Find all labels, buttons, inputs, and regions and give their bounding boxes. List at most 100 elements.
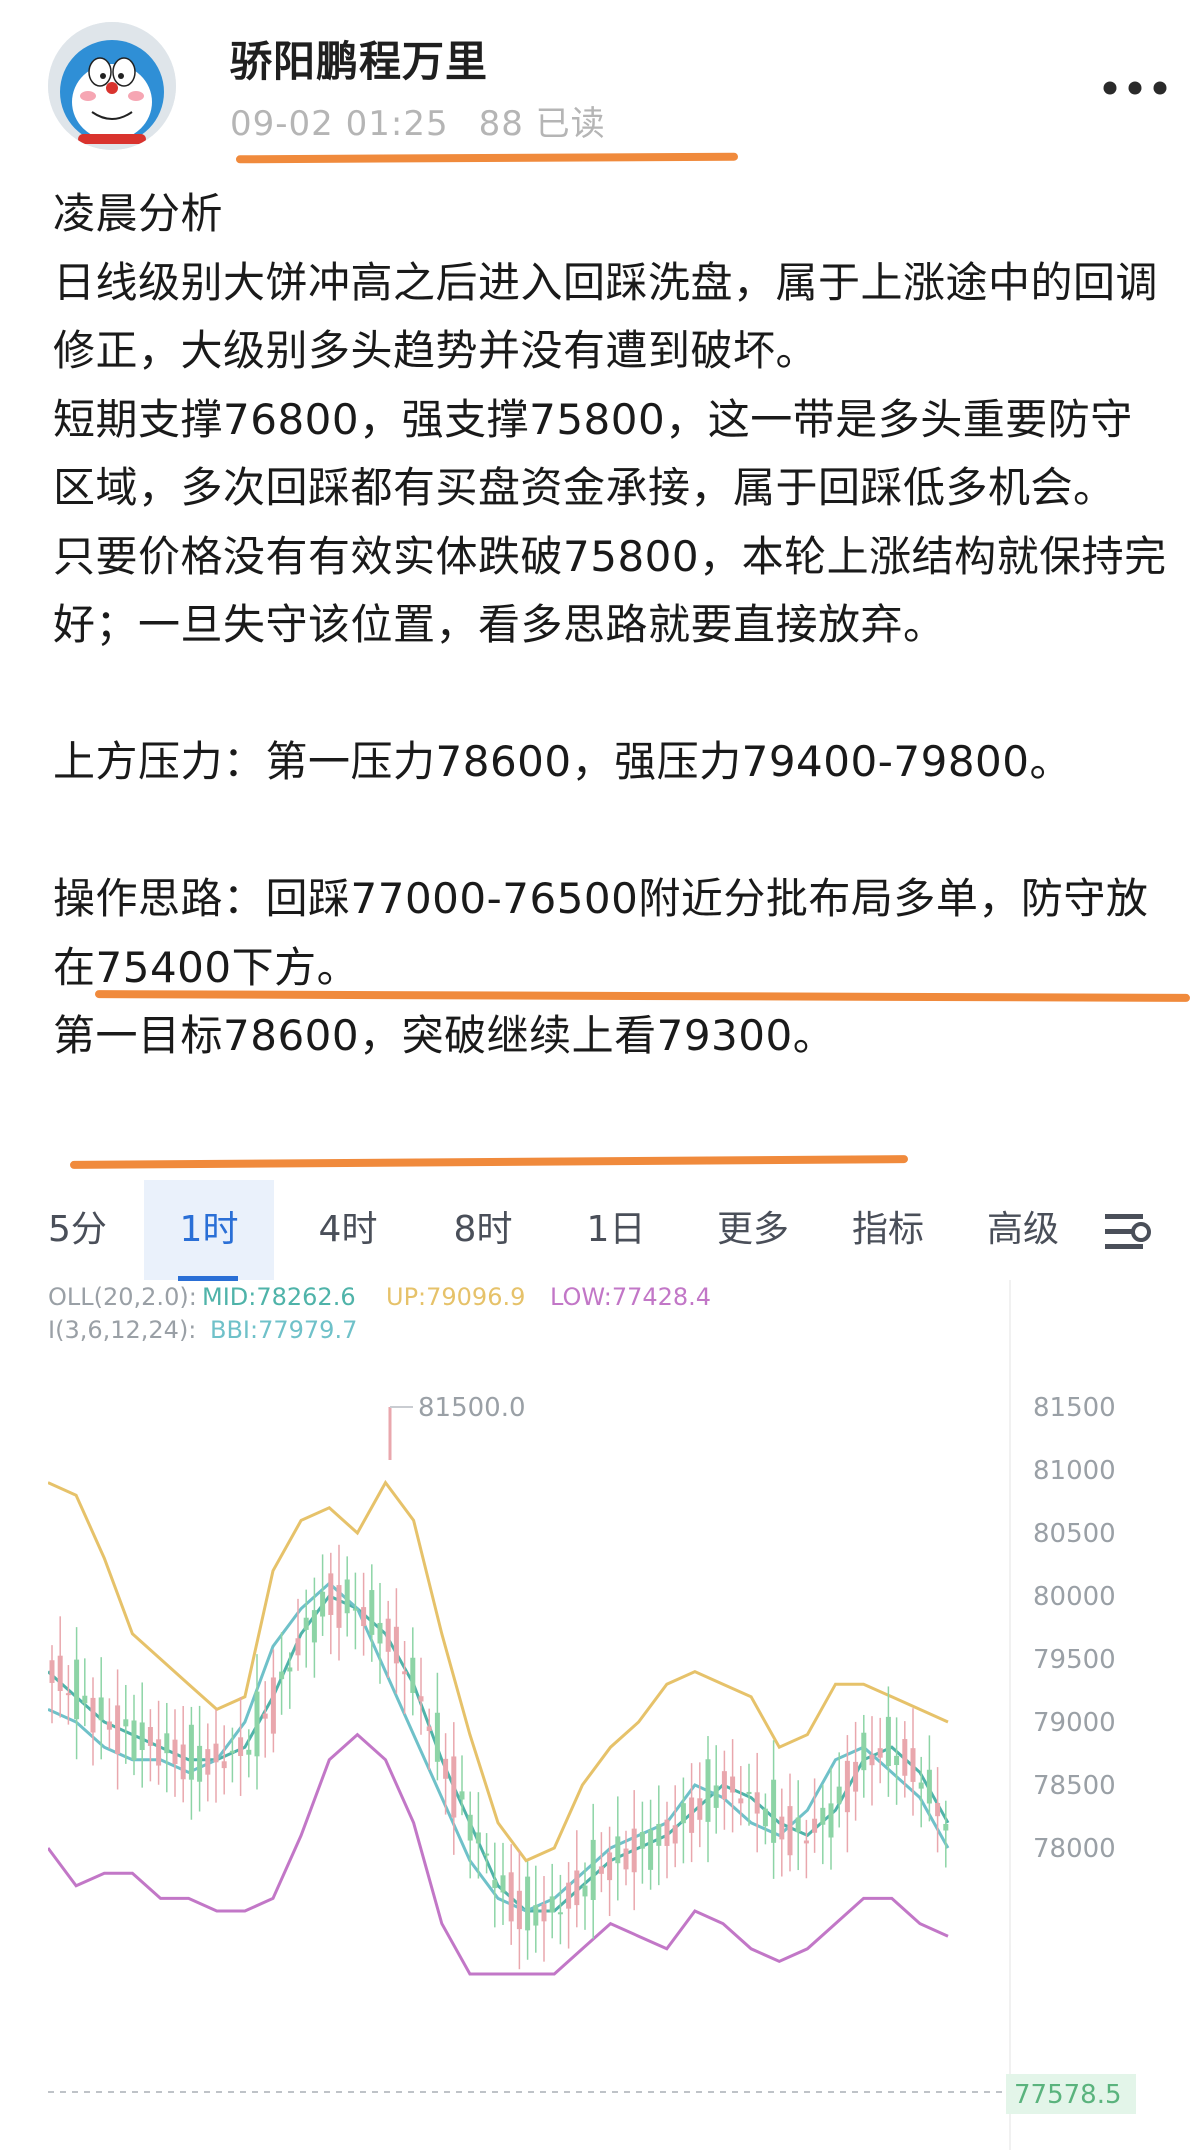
- candle-body: [738, 1798, 744, 1804]
- tab-advanced[interactable]: 高级: [968, 1180, 1078, 1280]
- tab-indicators[interactable]: 指标: [833, 1180, 943, 1280]
- candle-body: [639, 1831, 645, 1849]
- candle-body: [680, 1803, 686, 1824]
- candle-body: [451, 1756, 457, 1818]
- post-paragraph: 第一目标78600，突破继续上看79300。: [53, 1011, 836, 1060]
- candle-body: [926, 1769, 932, 1804]
- candle-body: [139, 1722, 145, 1751]
- tab-8h[interactable]: 8时: [433, 1180, 533, 1280]
- candle-body: [336, 1585, 342, 1628]
- settings-sliders-icon: [1105, 1214, 1151, 1249]
- candle-body: [197, 1745, 203, 1782]
- chart-interval-tabs: 5分 1时 4时 8时 1日 更多 指标 高级: [48, 1180, 1151, 1290]
- candle-body: [213, 1743, 219, 1763]
- candle-body: [516, 1890, 522, 1930]
- y-axis-tick-label: 80500: [1033, 1519, 1116, 1549]
- candle-body: [352, 1608, 358, 1611]
- candle-body: [689, 1797, 695, 1833]
- bbi-label: I(3,6,12,24):: [48, 1316, 196, 1344]
- candle-body: [131, 1720, 137, 1760]
- y-axis-tick-label: 79000: [1033, 1708, 1116, 1738]
- candle-body: [861, 1732, 867, 1771]
- candle-body: [943, 1823, 949, 1831]
- candle-body: [918, 1782, 924, 1789]
- tab-5min[interactable]: 5分: [48, 1180, 138, 1280]
- tab-1d[interactable]: 1日: [566, 1180, 666, 1280]
- highlight-underline-target: [69, 1155, 909, 1169]
- candle-body: [533, 1905, 539, 1926]
- candle-body: [787, 1806, 793, 1856]
- candle-body: [820, 1807, 826, 1825]
- post-paragraph: 操作思路：回踩77000-76500附近分批布局多单，防守放在75400下方。: [53, 874, 1149, 992]
- price-chart[interactable]: OLL(20,2.0): MID:78262.6 UP:79096.9 LOW:…: [48, 1280, 1148, 2150]
- y-axis-tick-label: 78000: [1033, 1834, 1116, 1864]
- boll-mid-value: MID:78262.6: [202, 1283, 356, 1311]
- candle-body: [803, 1840, 809, 1844]
- avatar[interactable]: [48, 22, 176, 150]
- candle-body: [410, 1657, 416, 1693]
- candle-body: [746, 1791, 752, 1794]
- post-paragraph: 日线级别大饼冲高之后进入回踩洗盘，属于上涨途中的回调修正，大级别多头趋势并没有遭…: [53, 257, 1159, 376]
- candle-body: [713, 1785, 719, 1808]
- candle-body: [869, 1754, 875, 1766]
- candle-body: [156, 1739, 162, 1766]
- read-count: 88 已读: [478, 104, 606, 144]
- candle-body: [238, 1737, 244, 1756]
- candle-body: [557, 1912, 563, 1915]
- candle-body: [902, 1739, 908, 1776]
- candle-body: [369, 1590, 375, 1635]
- candle-body: [115, 1705, 121, 1754]
- candle-body: [467, 1814, 473, 1841]
- candle-body: [65, 1693, 71, 1696]
- candle-body: [221, 1761, 227, 1769]
- y-axis-tick-label: 79500: [1033, 1645, 1116, 1675]
- candle-body: [475, 1832, 481, 1844]
- post-paragraph-blank: [53, 660, 1173, 729]
- candle-body: [385, 1618, 391, 1652]
- candle-body: [82, 1695, 88, 1704]
- candle-body: [836, 1786, 842, 1804]
- candle-body: [443, 1758, 449, 1779]
- username[interactable]: 骄阳鹏程万里: [230, 28, 488, 89]
- candle-body: [320, 1591, 326, 1617]
- candle-body: [90, 1697, 96, 1733]
- candle-body: [106, 1721, 112, 1730]
- candle-body: [402, 1671, 408, 1675]
- chart-settings-button[interactable]: [1103, 1210, 1151, 1254]
- candle-body: [287, 1667, 293, 1672]
- candle-body: [180, 1744, 186, 1780]
- candle-body: [434, 1712, 440, 1762]
- candle-body: [615, 1836, 621, 1864]
- y-axis-tick-label: 81000: [1033, 1456, 1116, 1486]
- candle-body: [590, 1839, 596, 1900]
- candle-body: [754, 1792, 760, 1814]
- candle-body: [574, 1870, 580, 1906]
- tab-more[interactable]: 更多: [698, 1180, 808, 1280]
- candle-body: [311, 1610, 317, 1643]
- candle-body: [705, 1759, 711, 1822]
- tab-4h[interactable]: 4时: [298, 1180, 398, 1280]
- candle-body: [549, 1896, 555, 1913]
- candle-body: [123, 1719, 129, 1727]
- timestamp: 09-02 01:25: [230, 104, 449, 144]
- y-axis-tick-label: 81500: [1033, 1393, 1116, 1423]
- candle-body: [147, 1727, 153, 1746]
- candle-body: [172, 1739, 178, 1765]
- boll-up-value: UP:79096.9: [386, 1283, 525, 1311]
- candle-body: [270, 1677, 276, 1734]
- candle-body: [484, 1853, 490, 1856]
- candle-body: [492, 1880, 498, 1889]
- candle-body: [459, 1791, 465, 1800]
- candle-body: [279, 1671, 285, 1680]
- more-options-button[interactable]: [1080, 70, 1190, 106]
- candle-body: [656, 1823, 662, 1846]
- candle-body: [500, 1875, 506, 1893]
- tab-1h[interactable]: 1时: [144, 1180, 274, 1280]
- candle-body: [566, 1882, 572, 1909]
- post-paragraph: 只要价格没有有效实体跌破75800，本轮上涨结构就保持完好；一旦失守该位置，看多…: [53, 531, 1167, 650]
- candle-body: [672, 1825, 678, 1844]
- candle-body: [762, 1808, 768, 1827]
- candle-body: [205, 1749, 211, 1775]
- boll-label: OLL(20,2.0):: [48, 1283, 197, 1311]
- candle-body: [664, 1819, 670, 1846]
